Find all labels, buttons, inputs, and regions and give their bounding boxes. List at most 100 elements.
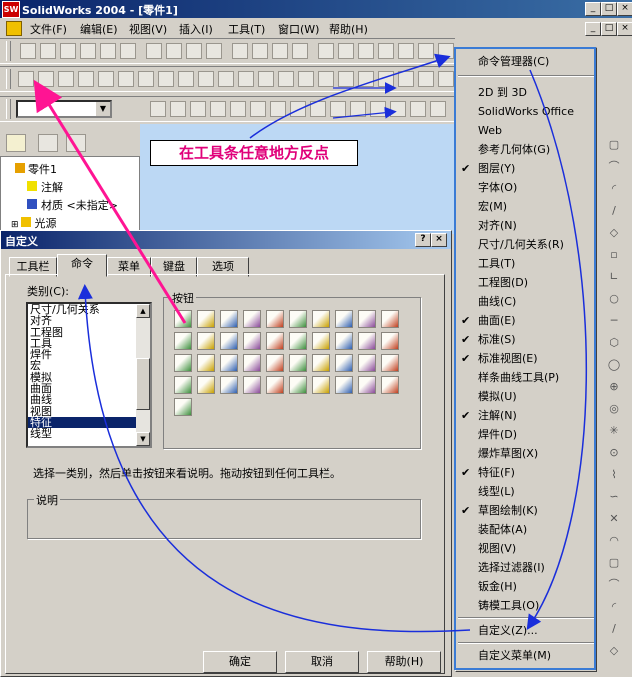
toolbar-grip[interactable] [6,99,11,119]
toolbar-button-icon[interactable] [398,43,414,59]
tab-commands[interactable]: 命令 [57,254,107,277]
toolbar-button-icon[interactable] [80,43,96,59]
toolbar-button-icon[interactable] [98,71,114,87]
tree-item-annotations[interactable]: 注解 [27,179,63,195]
context-menu-item[interactable]: ✔ 标准视图(E) [456,349,596,368]
toolbar-button-icon[interactable] [418,71,434,87]
sketch-tool-icon[interactable]: ✕ [607,512,621,526]
sketch-tool-icon[interactable]: ◇ [607,226,621,240]
sketch-tool-icon[interactable]: ◠ [607,534,621,548]
context-menu-item[interactable]: ✔ 标准(S) [456,330,596,349]
context-menu-item[interactable]: 工程图(D) [456,273,596,292]
command-button-icon[interactable] [243,376,261,394]
command-button-icon[interactable] [335,310,353,328]
command-button-icon[interactable] [197,332,215,350]
command-button-icon[interactable] [174,376,192,394]
toolbar-button-icon[interactable] [78,71,94,87]
doc-restore-button[interactable]: □ [601,22,617,36]
command-button-icon[interactable] [358,376,376,394]
command-button-icon[interactable] [289,310,307,328]
tree-item-part[interactable]: 零件1 [15,161,57,177]
command-button-icon[interactable] [289,332,307,350]
context-menu-item[interactable]: ✔ 图层(Y) [456,159,596,178]
menu-view[interactable]: 视图(V) [129,21,167,37]
toolbar-button-icon[interactable] [330,101,346,117]
toolbar-button-icon[interactable] [232,43,248,59]
toolbar-button-icon[interactable] [390,101,406,117]
sketch-tool-icon[interactable]: ⌒ [607,160,621,174]
category-scrollbar[interactable]: ▲ ▼ [136,304,150,446]
context-menu-item[interactable]: Web [456,121,596,140]
command-button-icon[interactable] [174,310,192,328]
command-button-icon[interactable] [220,354,238,372]
scroll-down-icon[interactable]: ▼ [136,432,150,446]
context-menu-item[interactable]: 2D 到 3D [456,83,596,102]
command-button-icon[interactable] [335,354,353,372]
sketch-tool-icon[interactable]: ◜ [607,600,621,614]
context-menu-item[interactable]: 线型(L) [456,482,596,501]
layer-dropdown[interactable]: ▼ [16,100,112,118]
category-item[interactable]: 线型 [28,428,150,439]
menu-edit[interactable]: 编辑(E) [80,21,118,37]
toolbar-button-icon[interactable] [60,43,76,59]
command-button-icon[interactable] [381,376,399,394]
command-button-icon[interactable] [174,332,192,350]
command-button-icon[interactable] [312,332,330,350]
category-item[interactable]: 焊件 [28,349,150,360]
context-menu-item[interactable]: SolidWorks Office [456,102,596,121]
toolbar-button-icon[interactable] [318,71,334,87]
toolbar-button-icon[interactable] [310,101,326,117]
sketch-tool-icon[interactable]: ∽ [607,490,621,504]
toolbar-button-icon[interactable] [238,71,254,87]
menu-file[interactable]: 文件(F) [30,21,67,37]
tree-item-lights[interactable]: ⊞ 光源 [11,215,57,231]
command-button-icon[interactable] [358,354,376,372]
context-menu-item[interactable]: 参考几何体(G) [456,140,596,159]
context-menu-item[interactable]: 钣金(H) [456,577,596,596]
context-menu-item[interactable]: 宏(M) [456,197,596,216]
context-menu-item[interactable]: ✔ 曲面(E) [456,311,596,330]
context-menu-item[interactable]: 工具(T) [456,254,596,273]
context-menu-item[interactable]: ✔ 特征(F) [456,463,596,482]
toolbar-button-icon[interactable] [258,71,274,87]
command-button-icon[interactable] [220,376,238,394]
menu-insert[interactable]: 插入(I) [179,21,213,37]
sketch-tool-icon[interactable]: ◜ [607,182,621,196]
toolbar-button-icon[interactable] [206,43,222,59]
command-button-icon[interactable] [243,332,261,350]
sketch-tool-icon[interactable]: ▢ [607,138,621,152]
sketch-tool-icon[interactable]: ▫ [607,248,621,262]
toolbar-button-icon[interactable] [318,43,334,59]
dialog-close-button[interactable]: × [431,233,447,247]
sketch-tool-icon[interactable]: ✳ [607,424,621,438]
toolbar-button-icon[interactable] [58,71,74,87]
scroll-thumb[interactable] [136,358,150,410]
sketch-tool-icon[interactable]: ◇ [607,644,621,658]
toolbar-button-icon[interactable] [290,101,306,117]
doc-close-button[interactable]: × [617,22,632,36]
sketch-tool-icon[interactable]: / [607,622,621,636]
command-button-icon[interactable] [266,310,284,328]
context-menu-item[interactable]: 命令管理器(C) [456,52,596,71]
command-button-icon[interactable] [266,354,284,372]
toolbar-button-icon[interactable] [438,43,454,59]
toolbar-button-icon[interactable] [18,71,34,87]
menu-help[interactable]: 帮助(H) [329,21,368,37]
command-button-icon[interactable] [358,332,376,350]
toolbar-button-icon[interactable] [370,101,386,117]
toolbar-button-icon[interactable] [410,101,426,117]
toolbar-button-icon[interactable] [186,43,202,59]
scroll-up-icon[interactable]: ▲ [136,304,150,318]
command-button-icon[interactable] [243,310,261,328]
close-button[interactable]: × [617,2,632,16]
context-menu-item[interactable]: 字体(O) [456,178,596,197]
command-button-icon[interactable] [197,376,215,394]
toolbar-button-icon[interactable] [252,43,268,59]
toolbar-button-icon[interactable] [166,43,182,59]
toolbar-button-icon[interactable] [272,43,288,59]
toolbar-button-icon[interactable] [118,71,134,87]
toolbar-button-icon[interactable] [38,71,54,87]
sketch-tool-icon[interactable]: ◎ [607,402,621,416]
sketch-tool-icon[interactable]: ─ [607,314,621,328]
sketch-tool-icon[interactable]: ▢ [607,556,621,570]
